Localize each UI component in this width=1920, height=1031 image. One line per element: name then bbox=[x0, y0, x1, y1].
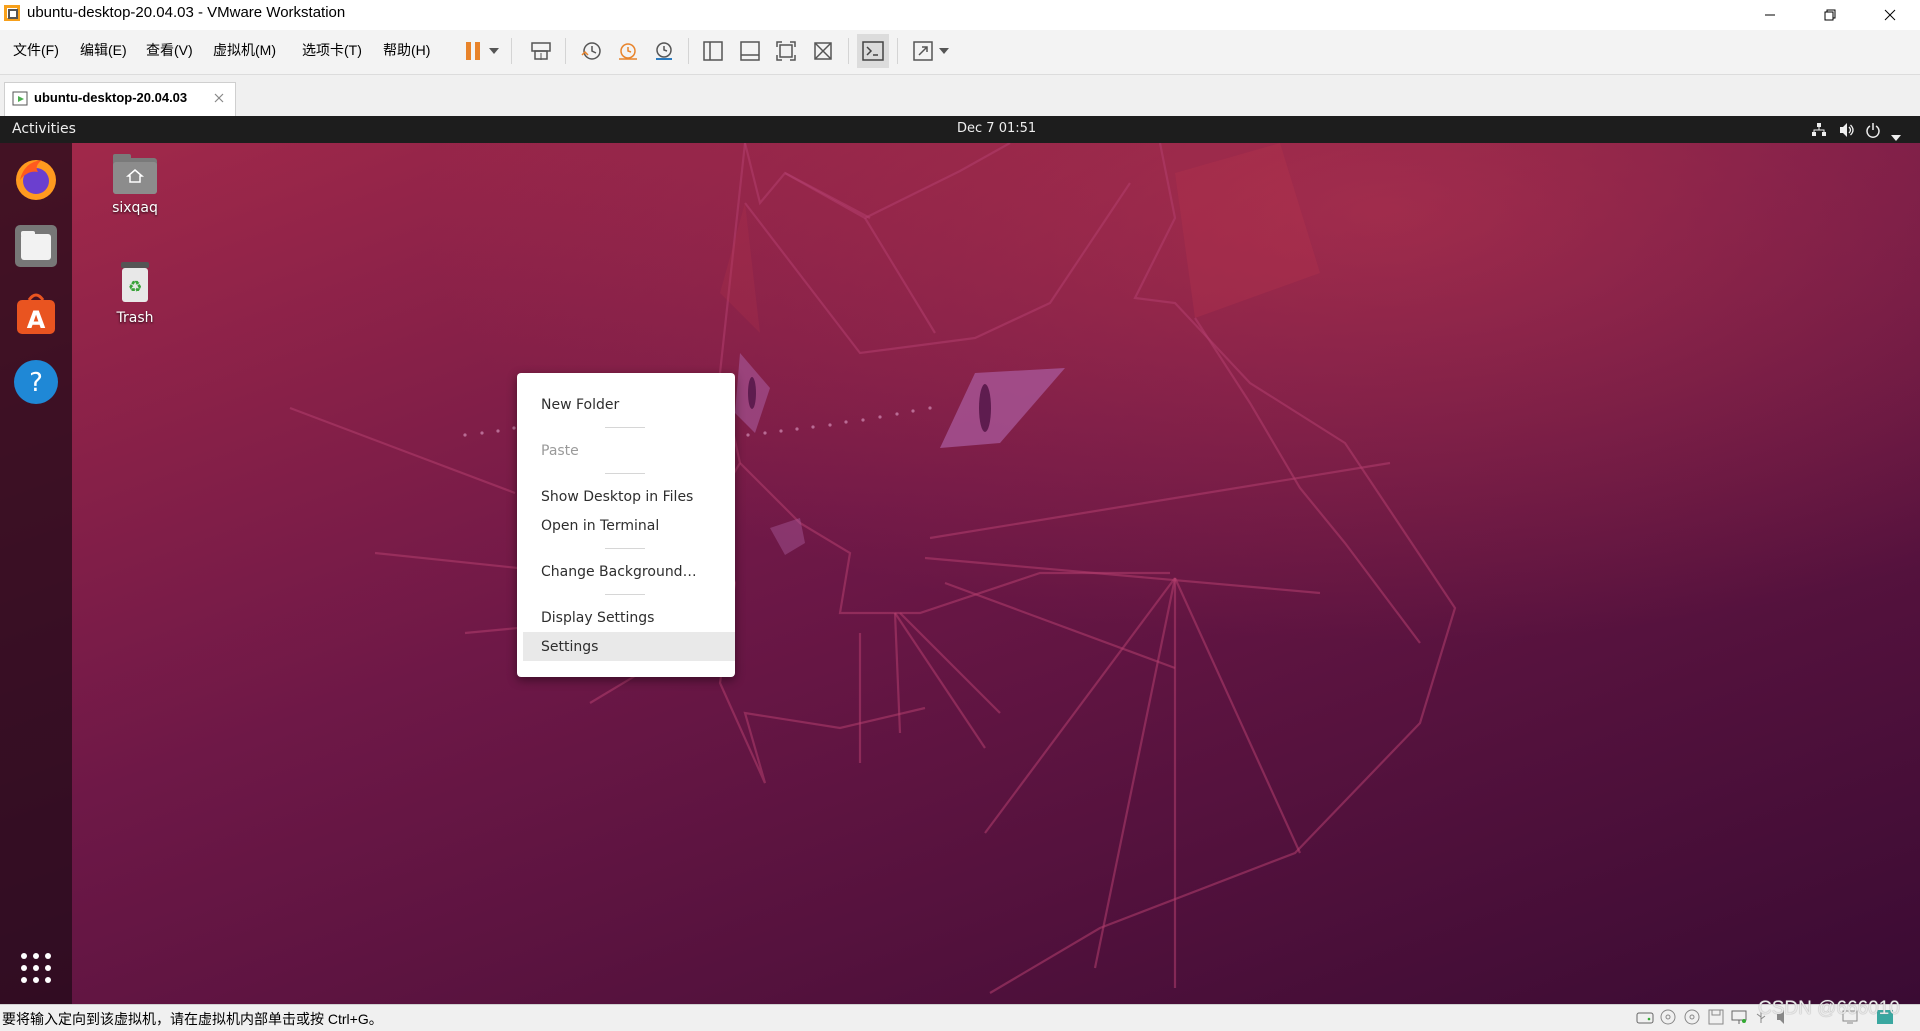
menu-item-new-folder[interactable]: New Folder bbox=[523, 390, 735, 419]
restore-button[interactable] bbox=[1800, 0, 1860, 29]
menu-item-paste[interactable]: Paste bbox=[523, 436, 735, 465]
network-icon[interactable] bbox=[1811, 122, 1827, 138]
volume-icon[interactable] bbox=[1838, 122, 1854, 138]
thumbnail-view-icon[interactable] bbox=[737, 38, 763, 64]
activities-button[interactable]: Activities bbox=[12, 121, 76, 137]
toolbar-divider bbox=[897, 38, 898, 64]
toolbar-divider bbox=[688, 38, 689, 64]
help-icon[interactable]: ? bbox=[12, 358, 60, 406]
menu-help[interactable]: 帮助(H) bbox=[383, 40, 430, 60]
menu-edit[interactable]: 编辑(E) bbox=[80, 40, 127, 60]
menu-view[interactable]: 查看(V) bbox=[146, 40, 193, 60]
desktop-icon-home[interactable]: sixqaq bbox=[90, 152, 180, 216]
floppy-icon[interactable] bbox=[1708, 1009, 1724, 1025]
trash-icon: ♻ bbox=[121, 262, 149, 302]
menu-separator bbox=[605, 594, 645, 595]
restore-icon bbox=[1824, 9, 1836, 20]
menu-separator bbox=[605, 548, 645, 549]
toolbar-divider bbox=[565, 38, 566, 64]
fullscreen-icon[interactable] bbox=[773, 38, 799, 64]
svg-text:A: A bbox=[27, 306, 46, 334]
send-ctrl-alt-del-icon[interactable] bbox=[528, 38, 554, 64]
power-icon[interactable] bbox=[1865, 122, 1881, 138]
snapshot-manager-icon[interactable] bbox=[651, 38, 677, 64]
tab-close-icon[interactable] bbox=[212, 90, 226, 104]
minimize-button[interactable] bbox=[1740, 0, 1800, 29]
toolbar-divider bbox=[848, 38, 849, 64]
desktop-icon-trash[interactable]: ♻ Trash bbox=[90, 258, 180, 326]
menu-tabs[interactable]: 选项卡(T) bbox=[302, 40, 362, 60]
svg-text:?: ? bbox=[29, 368, 43, 398]
minimize-icon bbox=[1765, 14, 1775, 15]
menu-separator bbox=[605, 473, 645, 474]
files-icon[interactable] bbox=[12, 222, 60, 270]
toolbar-divider bbox=[511, 38, 512, 64]
tab-strip bbox=[0, 74, 1920, 117]
pause-icon[interactable] bbox=[460, 38, 486, 64]
menu-toolbar bbox=[0, 30, 1920, 74]
desktop-icon-label: Trash bbox=[116, 310, 154, 326]
home-folder-icon bbox=[113, 154, 157, 194]
vmware-app-icon bbox=[3, 4, 21, 22]
autofit-dropdown-icon[interactable] bbox=[936, 38, 952, 64]
vm-running-icon bbox=[12, 89, 30, 107]
menu-item-settings[interactable]: Settings bbox=[523, 632, 735, 661]
console-view-icon[interactable] bbox=[860, 38, 886, 64]
library-view-icon[interactable] bbox=[700, 38, 726, 64]
menu-file[interactable]: 文件(F) bbox=[13, 40, 59, 60]
software-icon[interactable]: A bbox=[12, 290, 60, 338]
clock[interactable]: Dec 7 01:51 bbox=[957, 121, 1036, 136]
unity-icon[interactable] bbox=[810, 38, 836, 64]
tab-label: ubuntu-desktop-20.04.03 bbox=[34, 90, 188, 105]
ubuntu-wallpaper[interactable] bbox=[0, 143, 1920, 1004]
menu-item-display-settings[interactable]: Display Settings bbox=[523, 603, 735, 632]
menu-item-change-background[interactable]: Change Background… bbox=[523, 557, 735, 586]
close-icon bbox=[1884, 9, 1896, 20]
dropdown-icon[interactable] bbox=[486, 38, 502, 64]
revert-snapshot-icon[interactable] bbox=[615, 38, 641, 64]
status-message: 要将输入定向到该虚拟机，请在虚拟机内部单击或按 Ctrl+G。 bbox=[2, 1011, 383, 1027]
show-apps-icon[interactable] bbox=[12, 944, 60, 992]
firefox-icon[interactable] bbox=[12, 154, 60, 202]
close-button[interactable] bbox=[1860, 0, 1920, 29]
autofit-icon[interactable] bbox=[910, 38, 936, 64]
menu-separator bbox=[605, 427, 645, 428]
system-menu-chevron-down-icon[interactable] bbox=[1891, 126, 1901, 141]
dock bbox=[0, 143, 72, 1004]
cd-dvd-2-icon[interactable] bbox=[1684, 1009, 1700, 1025]
menu-item-open-in-terminal[interactable]: Open in Terminal bbox=[523, 511, 735, 540]
hard-disk-icon[interactable] bbox=[1636, 1009, 1654, 1025]
snapshot-icon[interactable] bbox=[578, 38, 604, 64]
menu-item-show-desktop-in-files[interactable]: Show Desktop in Files bbox=[523, 482, 735, 511]
menu-vm[interactable]: 虚拟机(M) bbox=[213, 40, 276, 60]
desktop-icon-label: sixqaq bbox=[112, 200, 158, 216]
watermark: CSDN @666010 bbox=[1758, 998, 1900, 1019]
network-adapter-icon[interactable] bbox=[1730, 1009, 1748, 1025]
svg-text:♻: ♻ bbox=[128, 277, 142, 296]
window-title: ubuntu-desktop-20.04.03 - VMware Worksta… bbox=[27, 4, 346, 21]
cd-dvd-icon[interactable] bbox=[1660, 1009, 1676, 1025]
